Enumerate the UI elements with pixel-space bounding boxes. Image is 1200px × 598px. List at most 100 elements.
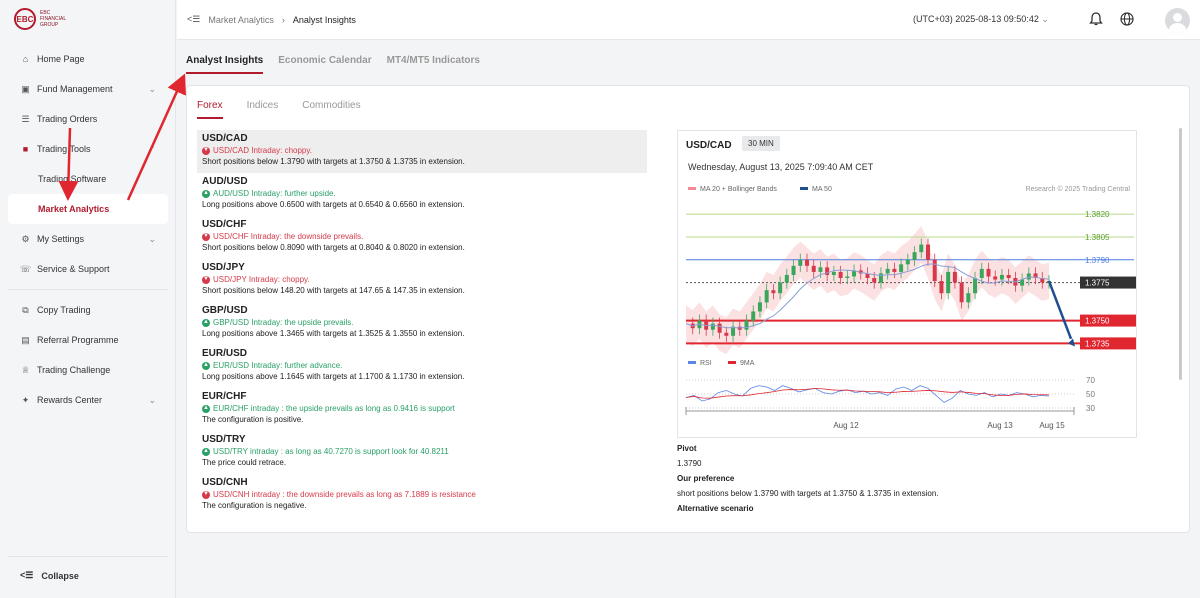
sidebar-item-label: Trading Challenge [37, 365, 111, 375]
candle-body [878, 273, 883, 283]
x-tick-label: Aug 15 [1039, 421, 1065, 430]
list-item[interactable]: USD/CHF ▼ USD/CHF Intraday: the downside … [197, 216, 647, 259]
candle-body [946, 271, 951, 294]
chevron-down-icon: ⌄ [1041, 14, 1049, 24]
list-item[interactable]: GBP/USD ▲ GBP/USD Intraday: the upside pr… [197, 302, 647, 345]
sidebar-nav: ⌂ Home Page ▣ Fund Management ⌄ ☰ Trading Or… [8, 44, 168, 415]
list-item[interactable]: USD/CNH ▼ USD/CNH intraday : the downside… [197, 474, 647, 517]
sidebar-item-label: My Settings [37, 234, 85, 244]
candle-body [778, 282, 783, 294]
tab-economic-calendar[interactable]: Economic Calendar [278, 55, 371, 74]
divider [8, 289, 168, 290]
trophy-icon: ♕ [21, 364, 30, 375]
sidebar-item-copy-trading[interactable]: ⧉ Copy Trading [8, 295, 168, 325]
pair-headline-text: USD/CNH intraday : the downside prevails… [213, 490, 476, 499]
pair-description: The price could retrace. [202, 458, 287, 467]
pair-name: USD/CNH [202, 477, 248, 488]
sidebar-item-service-support[interactable]: ☏ Service & Support [8, 254, 168, 284]
pair-description: The configuration is negative. [202, 501, 307, 510]
alternative-label: Alternative scenario [677, 504, 754, 513]
sidebar-item-market-analytics[interactable]: Market Analytics [8, 194, 168, 224]
rsi-tick: 50 [1086, 390, 1095, 399]
breadcrumb-parent[interactable]: Market Analytics [208, 15, 274, 25]
list-item[interactable]: EUR/CHF ▲ EUR/CHF intraday : the upside p… [197, 388, 647, 431]
pair-headline: ▲ EUR/USD Intraday: further advance. [202, 360, 642, 371]
pair-headline: ▲ USD/TRY intraday : as long as 40.7270 i… [202, 446, 642, 457]
copy-icon: ⧉ [22, 304, 29, 315]
pair-headline: ▼ USD/CAD Intraday: choppy. [202, 145, 642, 156]
home-icon: ⌂ [22, 54, 29, 64]
pivot-value: 1.3790 [677, 459, 702, 468]
tab-commodities[interactable]: Commodities [302, 100, 360, 119]
pair-description: Short positions below 1.3790 with target… [202, 157, 465, 166]
legend-swatch [728, 361, 736, 364]
candle-body [831, 271, 836, 275]
asset-tabs: Forex Indices Commodities [197, 100, 361, 119]
list-item[interactable]: EUR/USD ▲ EUR/USD Intraday: further advan… [197, 345, 647, 388]
sidebar-item-label: Trading Tools [37, 144, 91, 154]
candle-body [757, 302, 762, 312]
pair-name: EUR/USD [202, 348, 248, 359]
candle-body [872, 278, 877, 283]
tab-indices[interactable]: Indices [247, 100, 279, 119]
sidebar-item-home[interactable]: ⌂ Home Page [8, 44, 168, 74]
globe-icon[interactable] [1119, 11, 1135, 27]
arrow-down-icon: ▼ [202, 490, 210, 499]
tab-analyst-insights[interactable]: Analyst Insights [186, 55, 264, 74]
tab-forex[interactable]: Forex [197, 100, 223, 119]
list-item[interactable]: USD/CAD ▼ USD/CAD Intraday: choppy. Short… [197, 130, 647, 173]
pair-name: EUR/CHF [202, 391, 247, 402]
candle-body [973, 278, 978, 294]
avatar[interactable] [1165, 8, 1190, 33]
sidebar-item-label: Copy Trading [37, 305, 91, 315]
list-item[interactable]: USD/TRY ▲ USD/TRY intraday : as long as 4… [197, 431, 647, 474]
breadcrumb-current: Analyst Insights [292, 14, 356, 25]
candle-body [1020, 279, 1025, 286]
logo[interactable]: EBC EBC FINANCIAL GROUP [14, 8, 74, 30]
gift-icon: ✦ [21, 394, 30, 405]
bell-icon[interactable] [1088, 11, 1104, 27]
insights-panel: Forex Indices Commodities USD/CAD ▼ USD/C… [186, 85, 1190, 533]
candle-body [966, 293, 971, 303]
arrow-up-icon: ▲ [202, 318, 210, 327]
datetime-display: (UTC+03) 2025-08-13 09:50:42 [913, 14, 1039, 24]
candle-body [1006, 274, 1011, 278]
sidebar-item-my-settings[interactable]: ⚙ My Settings ⌄ [8, 224, 168, 254]
menu-toggle-icon[interactable]: <☰ [187, 14, 200, 25]
sidebar-item-referral[interactable]: ▤ Referral Programme [8, 325, 168, 355]
pair-headline-text: AUD/USD Intraday: further upside. [213, 189, 336, 198]
logo-text: EBC FINANCIAL GROUP [40, 10, 66, 28]
list-item[interactable]: AUD/USD ▲ AUD/USD Intraday: further upsid… [197, 173, 647, 216]
candle-body [919, 244, 924, 253]
arrow-down-icon: ▼ [202, 232, 210, 241]
level-label: 1.3790 [1085, 256, 1110, 265]
pair-name: USD/CHF [202, 219, 247, 230]
x-tick-label: Aug 12 [833, 421, 859, 430]
chart-pair: USD/CAD [686, 140, 732, 151]
candle-body [885, 268, 890, 274]
scrollbar[interactable] [1179, 128, 1182, 380]
chevron-up-icon: ⌃ [148, 144, 156, 154]
level-label: 1.3805 [1085, 233, 1110, 242]
list-item[interactable]: USD/JPY ▼ USD/JPY Intraday: choppy. Short… [197, 259, 647, 302]
chart-credit: Research © 2025 Trading Central [1026, 185, 1131, 193]
pair-description: The configuration is positive. [202, 415, 304, 424]
candle-body [784, 274, 789, 283]
sidebar-item-fund-management[interactable]: ▣ Fund Management ⌄ [8, 74, 168, 104]
sidebar-item-rewards-center[interactable]: ✦ Rewards Center ⌄ [8, 385, 168, 415]
candle-body [993, 276, 998, 280]
collapse-button[interactable]: <☰ Collapse [8, 556, 168, 594]
rsi-tick: 30 [1086, 404, 1095, 413]
pair-headline-text: USD/CAD Intraday: choppy. [213, 146, 313, 155]
sidebar-item-trading-software[interactable]: Trading Software [8, 164, 168, 194]
sidebar-item-trading-challenge[interactable]: ♕ Trading Challenge [8, 355, 168, 385]
analysis-detail: Pivot 1.3790 Our preference short positi… [677, 441, 1137, 516]
tab-indicators[interactable]: MT4/MT5 Indicators [387, 55, 480, 74]
candle-body [905, 259, 910, 265]
sidebar-item-trading-orders[interactable]: ☰ Trading Orders [8, 104, 168, 134]
pair-headline-text: GBP/USD Intraday: the upside prevails. [213, 318, 354, 327]
timezone-selector[interactable]: (UTC+03) 2025-08-13 09:50:42 ⌄ [913, 14, 1049, 25]
candle-body [791, 265, 796, 275]
sidebar-item-trading-tools[interactable]: ■ Trading Tools ⌃ [8, 134, 168, 164]
main-tabs: Analyst Insights Economic Calendar MT4/M… [186, 55, 480, 74]
